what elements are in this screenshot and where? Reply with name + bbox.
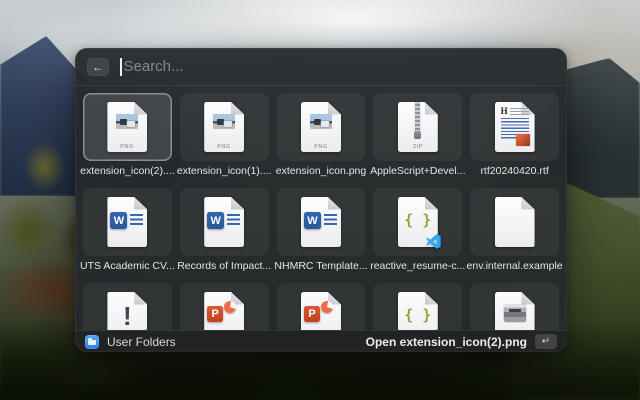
file-tile[interactable]: { } — [373, 283, 462, 330]
powerpoint-file-icon: P — [301, 292, 341, 330]
word-logo-icon: W — [207, 212, 224, 229]
file-name: rtf20240420.rtf — [464, 164, 565, 178]
file-item[interactable]: PNG extension_icon(2).... — [83, 93, 172, 179]
word-document-icon: W — [107, 197, 147, 247]
arrow-left-icon: ← — [92, 61, 104, 73]
file-name: Records of Impact... — [174, 259, 275, 273]
file-grid: PNG extension_icon(2).... PNG extension_… — [75, 87, 567, 330]
file-tile[interactable]: P — [180, 283, 269, 330]
embedded-image — [516, 134, 530, 146]
file-tile[interactable]: W — [83, 188, 172, 256]
vscode-badge-icon — [426, 234, 441, 249]
file-name: extension_icon(2).... — [77, 164, 178, 178]
word-document-icon: W — [301, 197, 341, 247]
return-key-icon[interactable]: ↵ — [535, 334, 557, 349]
file-name: UTS Academic CV... — [77, 259, 178, 273]
source-label: User Folders — [107, 335, 176, 349]
png-file-icon: PNG — [301, 102, 341, 152]
file-search-window: ← Search... PNG extension_icon(2).... PN… — [75, 48, 567, 352]
rtf-document-icon: H — [495, 102, 535, 152]
file-item[interactable]: W NHMRC Template... — [277, 188, 366, 274]
footer-bar: User Folders Open extension_icon(2).png … — [75, 330, 567, 352]
file-item[interactable] — [470, 283, 559, 330]
return-glyph: ↵ — [542, 337, 550, 347]
file-tile[interactable] — [470, 188, 559, 256]
json-vscode-file-icon: { } — [398, 197, 438, 247]
file-item[interactable]: W Records of Impact... — [180, 188, 269, 274]
printer-image-file-icon — [495, 292, 535, 330]
file-tile[interactable]: W — [180, 188, 269, 256]
file-name: NHMRC Template... — [271, 259, 372, 273]
file-tile[interactable]: { } — [373, 188, 462, 256]
file-item[interactable]: P — [277, 283, 366, 330]
word-logo-icon: W — [110, 212, 127, 229]
png-file-icon: PNG — [107, 102, 147, 152]
file-name: extension_icon(1).... — [174, 164, 275, 178]
file-tile[interactable]: W — [277, 188, 366, 256]
photo-thumbnail — [310, 114, 332, 129]
powerpoint-file-icon: P — [204, 292, 244, 330]
back-button[interactable]: ← — [87, 58, 109, 76]
user-folders-app-icon — [85, 335, 99, 349]
file-item[interactable]: PNG extension_icon(1).... — [180, 93, 269, 179]
photo-thumbnail — [116, 114, 138, 129]
printer-thumbnail — [504, 305, 526, 322]
powerpoint-logo-icon: P — [207, 306, 223, 322]
file-item[interactable]: ZIP AppleScript+Devel... — [373, 93, 462, 179]
word-logo-icon: W — [304, 212, 321, 229]
file-item[interactable]: W UTS Academic CV... — [83, 188, 172, 274]
zip-archive-icon: ZIP — [398, 102, 438, 152]
file-name: AppleScript+Devel... — [367, 164, 468, 178]
powerpoint-logo-icon: P — [304, 306, 320, 322]
text-cursor — [120, 58, 122, 76]
blank-file-icon — [495, 197, 535, 247]
file-item[interactable]: env.internal.example — [470, 188, 559, 274]
zipper-icon — [415, 102, 420, 132]
file-item[interactable]: H rtf20240420.rtf — [470, 93, 559, 179]
file-name: extension_icon.png — [271, 164, 372, 178]
file-tile[interactable]: H — [470, 93, 559, 161]
pie-chart-icon — [321, 301, 333, 313]
png-file-icon: PNG — [204, 102, 244, 152]
file-tile[interactable]: PNG — [83, 93, 172, 161]
file-item[interactable]: P — [180, 283, 269, 330]
file-tile[interactable]: ! — [83, 283, 172, 330]
file-tile[interactable]: P — [277, 283, 366, 330]
primary-action-label[interactable]: Open extension_icon(2).png — [366, 335, 527, 349]
file-item[interactable]: { } reactive_resume-c... — [373, 188, 462, 274]
json-vscode-file-icon: { } — [398, 292, 438, 330]
photo-thumbnail — [213, 114, 235, 129]
file-name: env.internal.example — [464, 259, 565, 273]
file-name: reactive_resume-c... — [367, 259, 468, 273]
search-input[interactable]: Search... — [124, 58, 184, 75]
file-tile[interactable]: PNG — [180, 93, 269, 161]
file-item[interactable]: { } — [373, 283, 462, 330]
word-document-icon: W — [204, 197, 244, 247]
search-bar: ← Search... — [75, 48, 567, 86]
file-tile[interactable] — [470, 283, 559, 330]
exclamation-vscode-file-icon: ! — [107, 292, 147, 330]
file-item[interactable]: ! — [83, 283, 172, 330]
file-tile[interactable]: ZIP — [373, 93, 462, 161]
file-item[interactable]: PNG extension_icon.png — [277, 93, 366, 179]
file-tile[interactable]: PNG — [277, 93, 366, 161]
